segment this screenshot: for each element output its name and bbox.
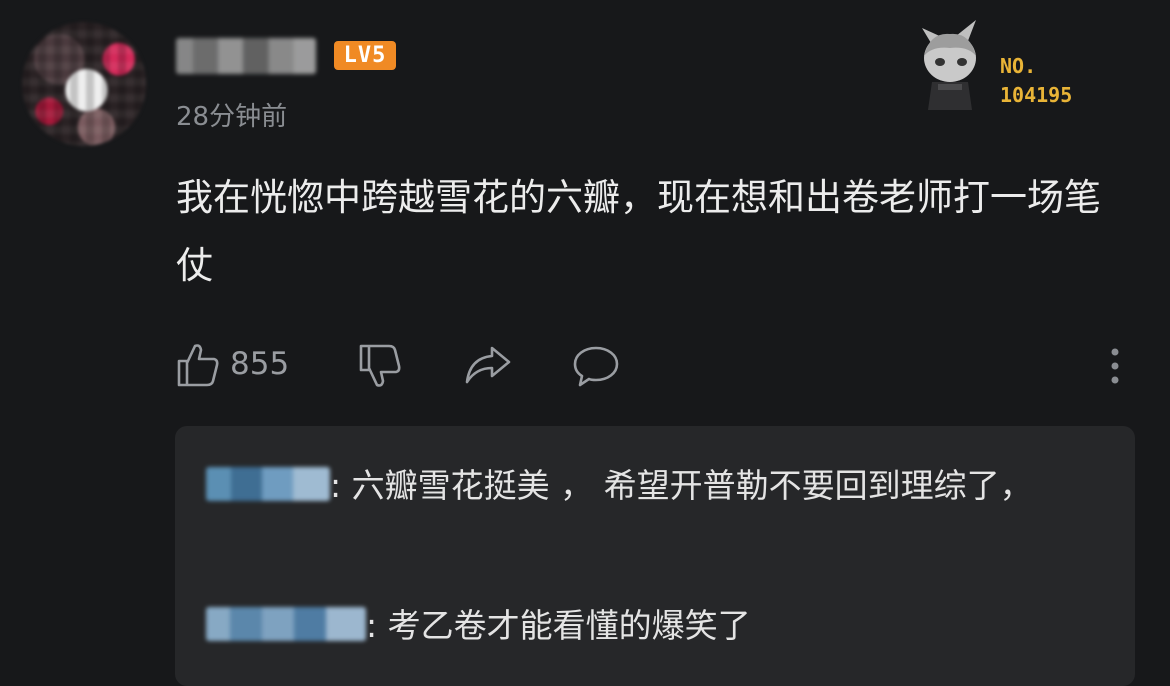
more-icon[interactable] <box>1100 344 1130 388</box>
user-avatar[interactable] <box>22 22 146 146</box>
fan-badge-label: NO. <box>1000 54 1037 78</box>
fan-badge-number: 104195 <box>1000 83 1073 107</box>
thumbs-up-icon[interactable] <box>176 342 220 388</box>
share-icon[interactable] <box>464 344 512 386</box>
like-count: 855 <box>230 346 290 382</box>
fan-mascot-icon <box>922 20 976 110</box>
reply-username[interactable]: blurred-reply-user-1 <box>206 467 330 501</box>
timestamp: 28分钟前 <box>176 102 288 132</box>
reply-username[interactable]: blurred-reply-user-2 <box>206 607 366 641</box>
comment-icon[interactable] <box>572 344 620 388</box>
thumbs-down-icon[interactable] <box>358 343 402 389</box>
reply-item[interactable]: blurred-reply-user-2: 考乙卷才能看懂的爆笑了 <box>206 596 1106 656</box>
reply-text: : 六瓣雪花挺美 ， 希望开普勒不要回到理综了， <box>330 466 1033 505</box>
comment-text: 我在恍惚中跨越雪花的六瓣，现在想和出卷老师打一场笔仗 <box>176 176 1101 287</box>
reply-item[interactable]: blurred-reply-user-1: 六瓣雪花挺美 ， 希望开普勒不要回到… <box>206 456 1106 516</box>
username[interactable]: blurred-user <box>176 38 316 74</box>
level-badge: LV5 <box>334 41 396 70</box>
reply-text: : 考乙卷才能看懂的爆笑了 <box>366 606 751 645</box>
